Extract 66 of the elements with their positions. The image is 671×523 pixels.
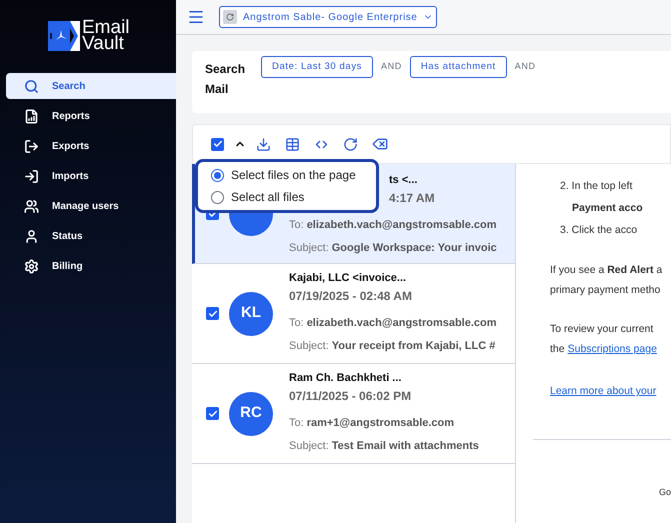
users-icon (24, 198, 39, 214)
preview-text: If you see a Red Alert a (549, 263, 664, 278)
account-avatar-icon (223, 10, 237, 24)
email-sender: Kajabi, LLC <invoice... (289, 270, 408, 286)
logo-icon (48, 21, 80, 51)
filter-operator: AND (514, 60, 536, 74)
sidebar-item[interactable]: Search (6, 73, 176, 99)
import-icon (24, 168, 39, 184)
user-icon (24, 228, 39, 244)
sidebar-item[interactable]: Status (6, 223, 176, 249)
email-date: 4:17 AM (389, 190, 436, 206)
avatar: KL (229, 292, 273, 336)
email-recipient: elizabeth.vach@angstromsable.com (306, 316, 497, 330)
preview-text: To review your current (549, 322, 654, 337)
report-icon (24, 108, 39, 124)
avatar: RC (229, 392, 273, 436)
checkbox[interactable] (206, 407, 219, 420)
preview-text: Payment acco (571, 201, 644, 216)
checkbox[interactable] (211, 138, 224, 150)
preview-text: the (550, 342, 565, 357)
email-date: 07/19/2025 - 02:48 AM (289, 288, 413, 304)
to-label: To: (289, 316, 304, 330)
settings-icon (24, 258, 39, 274)
logo-text: Email (82, 20, 130, 36)
footer-text: Go (658, 486, 671, 499)
clear-icon[interactable] (372, 136, 388, 152)
filter-chip[interactable]: Has attachment (410, 56, 507, 78)
checkbox[interactable] (206, 307, 219, 320)
subject-label: Subject: (289, 338, 329, 354)
to-label: To: (289, 416, 304, 430)
email-recipient: elizabeth.vach@angstromsable.com (306, 218, 497, 232)
export-icon (24, 138, 39, 154)
logo-text: Vault (82, 36, 124, 52)
select-option[interactable]: Select files on the page (211, 167, 376, 183)
email-subject: Google Workspace: Your invoic (332, 240, 497, 256)
email-date: 07/11/2025 - 06:02 PM (289, 388, 412, 404)
email-sender: ts <... (389, 172, 418, 188)
search-icon (24, 78, 39, 94)
sidebar-item[interactable]: Billing (6, 253, 176, 279)
download-icon[interactable] (256, 136, 271, 152)
search-title: Search Mail (205, 61, 246, 98)
filter-chip[interactable]: Date: Last 30 days (261, 56, 374, 78)
subject-label: Subject: (289, 438, 329, 454)
preview-text: 2. In the top left (559, 179, 634, 194)
preview-text: primary payment metho (549, 283, 662, 298)
learn-more-link[interactable]: Learn more about your (550, 385, 656, 397)
sidebar-item[interactable]: Manage users (6, 193, 176, 219)
email-subject: Your receipt from Kajabi, LLC # (332, 338, 496, 354)
to-label: To: (289, 218, 304, 232)
menu-icon[interactable] (187, 8, 205, 26)
sidebar-item[interactable]: Reports (6, 103, 176, 129)
email-recipient: ram+1@angstromsable.com (306, 416, 454, 430)
email-sender: Ram Ch. Bachkheti ... (289, 370, 402, 386)
subscriptions-link[interactable]: Subscriptions page (568, 339, 657, 359)
preview-text: 3. Click the acco (559, 223, 638, 238)
refresh-icon[interactable] (343, 136, 358, 152)
subject-label: Subject: (289, 240, 329, 256)
radio-button[interactable] (211, 168, 224, 182)
radio-button[interactable] (211, 190, 224, 204)
account-selector[interactable]: Angstrom Sable- Google Enterprise (219, 6, 438, 28)
email-subject: Test Email with attachments (332, 438, 479, 454)
sidebar-item[interactable]: Imports (6, 163, 176, 189)
filter-operator: AND (381, 60, 402, 74)
select-option[interactable]: Select all files (211, 189, 376, 205)
sidebar-item[interactable]: Exports (6, 133, 176, 159)
table-icon[interactable] (285, 136, 300, 152)
